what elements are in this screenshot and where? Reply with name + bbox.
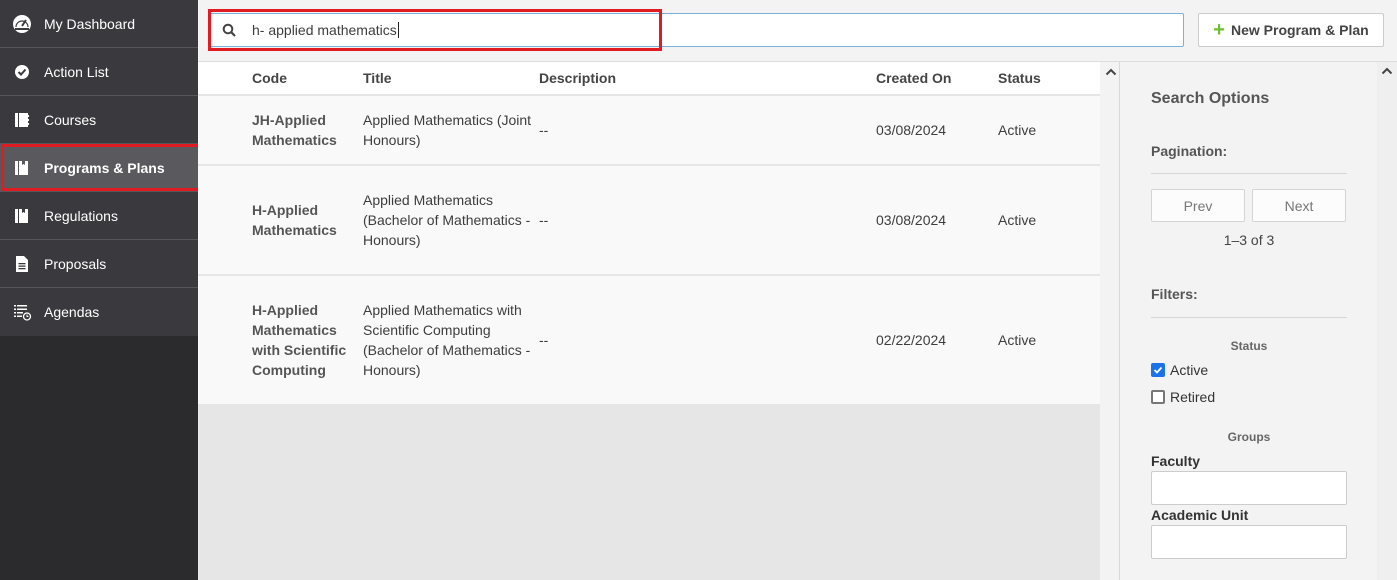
column-header-title[interactable]: Title [363,70,539,86]
row-code: H-Applied Mathematics [252,202,337,238]
row-title: Applied Mathematics with Scientific Comp… [363,302,531,378]
table-row[interactable]: JH-Applied Mathematics Applied Mathemati… [198,96,1100,166]
sidebar-item-programs-plans[interactable]: Programs & Plans [0,144,201,192]
status-retired-label: Retired [1170,389,1216,405]
search-input[interactable]: h- applied mathematics [209,13,1184,47]
faculty-label: Faculty [1151,453,1201,469]
sidebar-item-action-list[interactable]: Action List [0,48,198,96]
sidebar-item-label: My Dashboard [44,15,136,32]
sidebar-nav: My Dashboard Action List Courses Program… [0,0,201,580]
table-row[interactable]: H-Applied Mathematics Applied Mathematic… [198,166,1100,276]
column-header-created-on[interactable]: Created On [876,70,998,86]
filters-label: Filters: [1151,286,1198,302]
search-options-panel: Search Options Pagination: Prev Next 1–3… [1121,62,1377,580]
faculty-input[interactable] [1151,471,1347,505]
sidebar-item-label: Courses [44,111,97,128]
pagination-count: 1–3 of 3 [1223,232,1275,248]
row-title: Applied Mathematics (Joint Honours) [363,112,532,148]
prev-button[interactable]: Prev [1151,189,1245,222]
row-description: -- [539,122,549,138]
plus-icon: + [1213,19,1225,41]
column-header-description[interactable]: Description [539,70,876,86]
row-description: -- [539,332,549,348]
row-created-on: 02/22/2024 [876,332,947,348]
sidebar-item-regulations[interactable]: Regulations [0,192,198,240]
top-bar: h- applied mathematics + New Program & P… [198,0,1397,62]
search-icon [210,23,248,37]
sidebar-item-label: Proposals [44,255,107,272]
panel-scrollbar[interactable] [1377,62,1397,580]
dashboard-gauge-icon [0,14,44,34]
sidebar-item-label: Agendas [44,304,100,320]
sidebar-item-proposals[interactable]: Proposals [0,240,198,288]
check-circle-icon [0,62,44,82]
row-description: -- [539,212,549,228]
row-created-on: 03/08/2024 [876,122,947,138]
status-active-checkbox[interactable]: Active [1151,362,1208,378]
status-active-label: Active [1170,362,1209,378]
pagination-label: Pagination: [1151,143,1228,159]
column-header-status[interactable]: Status [998,70,1098,86]
column-header-code[interactable]: Code [252,70,363,86]
status-retired-checkbox[interactable]: Retired [1151,389,1215,405]
row-status: Active [998,122,1037,138]
sidebar-item-label: Programs & Plans [44,159,165,176]
sidebar-item-label: Regulations [44,207,118,224]
results-scrollbar[interactable] [1100,62,1120,580]
row-created-on: 03/08/2024 [876,212,947,228]
table-row[interactable]: H-Applied Mathematics with Scientific Co… [198,276,1100,404]
search-options-title: Search Options [1151,90,1270,107]
text-cursor [397,22,399,38]
next-button[interactable]: Next [1252,189,1346,222]
academic-unit-label: Academic Unit [1151,507,1249,523]
row-code: H-Applied Mathematics with Scientific Co… [252,302,347,378]
new-program-plan-button[interactable]: + New Program & Plan [1198,13,1384,47]
checkbox-unchecked-icon[interactable] [1151,390,1165,404]
scroll-up-chevron-icon[interactable] [1378,62,1396,80]
table-header: Code Title Description Created On Status [198,62,1100,96]
row-status: Active [998,212,1037,228]
groups-heading: Groups [1227,430,1271,444]
search-input-value: h- applied mathematics [252,22,397,38]
bookmark-book-icon [0,206,44,226]
sidebar-item-label: Action List [44,63,109,80]
results-table: Code Title Description Created On Status… [198,62,1100,580]
row-title: Applied Mathematics (Bachelor of Mathema… [363,192,531,248]
status-heading: Status [1230,339,1268,353]
academic-unit-input[interactable] [1151,525,1347,559]
divider [1151,317,1347,318]
document-icon [0,254,44,274]
row-status: Active [998,332,1037,348]
sidebar-item-my-dashboard[interactable]: My Dashboard [0,0,198,48]
checkbox-checked-icon[interactable] [1151,363,1165,377]
divider [1151,173,1347,174]
sidebar-item-agendas[interactable]: Agendas [0,288,198,336]
new-program-plan-label: New Program & Plan [1230,22,1369,38]
bookmark-book-icon [0,158,44,178]
book-icon [0,110,44,130]
list-clock-icon [0,302,44,322]
sidebar-item-courses[interactable]: Courses [0,96,198,144]
row-code: JH-Applied Mathematics [252,112,337,148]
scroll-up-chevron-icon[interactable] [1102,62,1120,82]
